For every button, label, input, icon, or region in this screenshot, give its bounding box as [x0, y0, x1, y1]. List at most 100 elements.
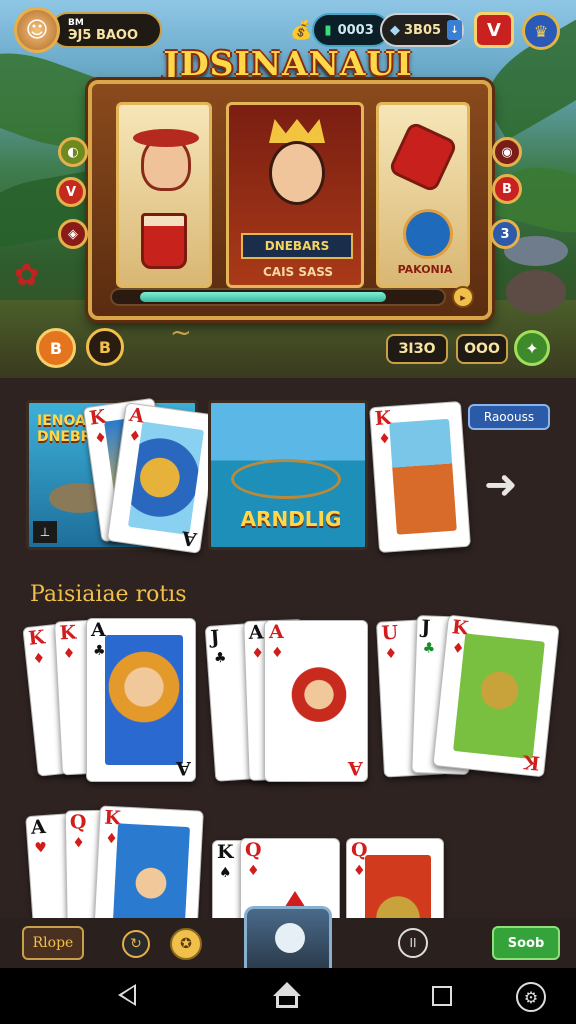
- home-button[interactable]: Rlope: [22, 926, 84, 960]
- card-rank-bottom: A: [180, 526, 199, 551]
- suit-icon: ♦: [31, 650, 47, 668]
- progress-end-icon[interactable]: ▸: [452, 286, 474, 308]
- suit-icon: ♠: [219, 865, 232, 881]
- playing-card[interactable]: A ♣ A: [86, 618, 196, 782]
- suit-icon: ♦: [247, 863, 260, 879]
- reel-progress: [110, 288, 446, 306]
- coins-dot-icon: ▮: [324, 22, 332, 38]
- playing-card[interactable]: K ♦: [92, 805, 204, 918]
- coin-icon: 💰: [290, 19, 313, 41]
- snake-icon: ~: [170, 318, 192, 348]
- playing-card[interactable]: A ♦ A: [106, 402, 220, 554]
- reel-progress-fill: [140, 292, 386, 302]
- left-round-button[interactable]: B: [36, 328, 76, 368]
- home-icon[interactable]: [272, 982, 302, 1010]
- section-title: Paisiaiae rotıs: [30, 582, 187, 607]
- v-button[interactable]: V: [474, 12, 514, 48]
- card-rank-bottom: K: [522, 750, 542, 774]
- suit-icon: ♦: [251, 645, 265, 662]
- game-title: JDSINANAUI: [163, 44, 413, 83]
- mug-icon: [141, 213, 187, 269]
- slot-frame: DNEBARS CAIS SASS PAKONIA ▸: [88, 80, 492, 320]
- suit-icon: ♥: [33, 839, 48, 857]
- recents-icon[interactable]: [432, 986, 452, 1006]
- card-art: [389, 418, 457, 535]
- card-rank: U: [381, 621, 399, 645]
- card-art: [105, 635, 183, 765]
- card-rank: Q: [69, 811, 87, 834]
- side-button-left-2[interactable]: V: [56, 177, 86, 207]
- card-rank: J: [420, 616, 431, 639]
- profile-pill[interactable]: BM ЭJ5 BAOO: [50, 12, 162, 48]
- suit-icon: ♣: [213, 649, 228, 667]
- suit-icon: ♦: [271, 645, 284, 661]
- card-rank-bottom: A: [348, 757, 363, 779]
- reel-banner: DNEBARS: [241, 233, 353, 259]
- reel-middle[interactable]: DNEBARS CAIS SASS: [226, 102, 364, 288]
- arrow-right-icon[interactable]: ➜: [484, 462, 518, 508]
- playing-card[interactable]: K ♦: [369, 400, 471, 554]
- lock-icon: ⊥: [33, 521, 57, 543]
- suit-icon: ♣: [93, 643, 106, 659]
- center-tab-icon: [275, 923, 305, 953]
- card-art: [283, 637, 355, 765]
- playing-card[interactable]: A ♦ A: [264, 620, 368, 782]
- side-button-left-3[interactable]: ◈: [58, 219, 88, 249]
- card-rank: A: [30, 815, 47, 839]
- left-round-button-2[interactable]: B: [86, 328, 124, 366]
- coin-bag-icon[interactable]: ✪: [170, 928, 202, 960]
- pause-button[interactable]: II: [398, 928, 428, 958]
- hat-icon: [133, 129, 199, 147]
- coins-value: 0003: [337, 22, 374, 38]
- coins-pill: ▮ 0003: [312, 13, 391, 47]
- playing-card[interactable]: Q ♦: [346, 838, 444, 918]
- crown-icon: [269, 119, 325, 143]
- side-button-right-3[interactable]: 3: [490, 219, 520, 249]
- side-button-right-1[interactable]: ◉: [492, 137, 522, 167]
- reel-left[interactable]: [116, 102, 212, 288]
- kid-character: [403, 209, 453, 259]
- settings-gear-icon[interactable]: ⚙: [516, 982, 546, 1012]
- card-rank: J: [209, 626, 221, 649]
- card-rank: K: [27, 626, 47, 650]
- card-rank: Q: [245, 839, 262, 861]
- suit-icon: ♦: [353, 863, 366, 879]
- bet-display[interactable]: ЗIЗO: [386, 334, 448, 364]
- back-icon-inner: [122, 987, 134, 1003]
- refresh-icon[interactable]: ↻: [122, 930, 150, 958]
- card-rank-bottom: A: [176, 757, 191, 779]
- download-icon[interactable]: ↓: [447, 20, 462, 40]
- spin-icon[interactable]: ✦: [514, 330, 550, 366]
- rewards-badge[interactable]: Raoouss: [468, 404, 550, 430]
- side-button-left-1[interactable]: ◐: [58, 137, 88, 167]
- suit-icon: ♣: [422, 640, 436, 657]
- featured-thumb-2[interactable]: ARNDLIG: [208, 400, 368, 550]
- suit-icon: ♦: [72, 835, 86, 852]
- profile-label: BM: [68, 17, 84, 28]
- card-rank: A: [269, 621, 284, 643]
- card-art: [365, 855, 431, 918]
- play-button[interactable]: Soob: [492, 926, 560, 960]
- playing-card[interactable]: K ♦ K: [432, 614, 560, 778]
- gem-icon: ◆: [390, 22, 400, 38]
- center-tab[interactable]: [244, 906, 332, 970]
- win-display[interactable]: OOO: [456, 334, 508, 364]
- avatar[interactable]: ☺: [14, 7, 60, 53]
- bow-icon: ✿: [14, 258, 40, 293]
- card-rank: A: [248, 621, 264, 644]
- card-art: [112, 823, 190, 918]
- suit-icon: ♦: [384, 645, 398, 663]
- featured-thumb-2-label: ARNDLIG: [240, 507, 342, 531]
- card-rank: K: [217, 841, 234, 863]
- gems-pill: ◆ 3B05 ↓: [380, 13, 464, 47]
- card-rank: K: [59, 621, 77, 645]
- side-button-right-2[interactable]: B: [492, 174, 522, 204]
- card-row-2: A ♥ Q ♦ K ♦ K ♠ Q ♦ Q ♦: [0, 800, 576, 918]
- phone-icon: [387, 120, 459, 194]
- card-art: [127, 421, 205, 536]
- reel-right[interactable]: PAKONIA: [376, 102, 470, 288]
- suit-icon: ♦: [62, 645, 76, 663]
- profile-value: ЭJ5 BAOO: [68, 27, 139, 43]
- rope-icon: [231, 459, 341, 499]
- reel-right-banner: PAKONIA: [397, 263, 453, 276]
